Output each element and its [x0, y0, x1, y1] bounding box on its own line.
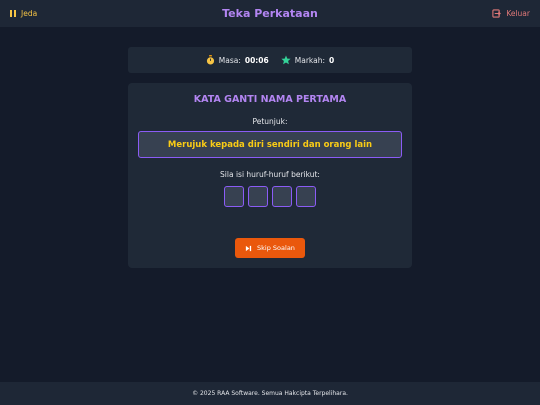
- score-value: 0: [329, 55, 335, 65]
- copyright-text: © 2025 RAA Software. Semua Hakcipta Terp…: [192, 390, 348, 397]
- footer: © 2025 RAA Software. Semua Hakcipta Terp…: [0, 382, 540, 405]
- question-category: KATA GANTI NAMA PERTAMA: [193, 94, 347, 105]
- letter-slot[interactable]: [248, 186, 268, 207]
- letter-slot[interactable]: [272, 186, 292, 207]
- pause-icon: [10, 10, 16, 17]
- letter-slot[interactable]: [296, 186, 316, 207]
- skip-label: Skip Soalan: [257, 244, 295, 252]
- timer-stat: Masa: 00:06: [206, 55, 269, 65]
- top-bar: Jeda Teka Perkataan Keluar: [0, 0, 540, 27]
- hint-label: Petunjuk:: [252, 117, 288, 126]
- hint-text: Merujuk kepada diri sendiri dan orang la…: [167, 139, 373, 150]
- letter-slot[interactable]: [224, 186, 244, 207]
- letter-slots: [224, 186, 316, 207]
- stopwatch-icon: [206, 55, 214, 65]
- score-label: Markah:: [294, 55, 325, 65]
- page-title: Teka Perkataan: [222, 7, 318, 20]
- pause-label: Jeda: [21, 9, 38, 18]
- skip-forward-icon: [245, 245, 252, 251]
- hint-box: Merujuk kepada diri sendiri dan orang la…: [138, 131, 402, 158]
- skip-question-button[interactable]: Skip Soalan: [235, 238, 305, 258]
- score-stat: Markah: 0: [281, 55, 334, 65]
- question-card: KATA GANTI NAMA PERTAMA Petunjuk: Meruju…: [128, 83, 412, 268]
- stats-bar: Masa: 00:06 Markah: 0: [128, 47, 412, 73]
- timer-label: Masa:: [218, 55, 241, 65]
- exit-button[interactable]: Keluar: [492, 9, 530, 18]
- exit-label: Keluar: [506, 9, 530, 18]
- fill-instruction: Sila isi huruf-huruf berikut:: [220, 170, 320, 179]
- timer-value: 00:06: [244, 55, 269, 65]
- star-icon: [281, 55, 291, 65]
- exit-icon: [492, 9, 502, 18]
- pause-button[interactable]: Jeda: [10, 9, 37, 18]
